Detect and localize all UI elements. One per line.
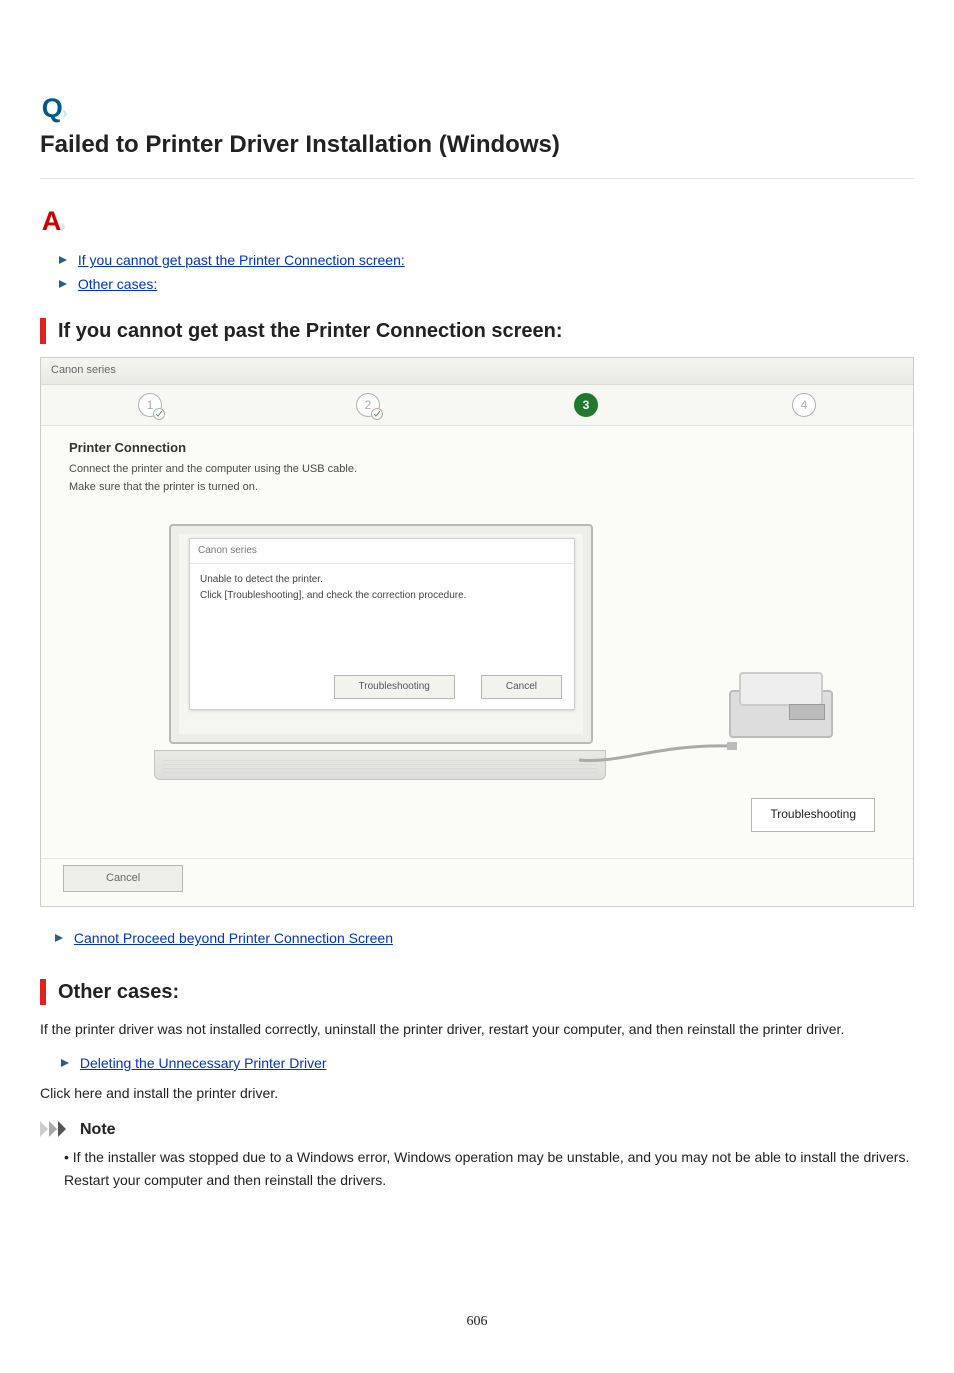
error-dialog-line-2: Click [Troubleshooting], and check the c… xyxy=(200,588,564,604)
note-label: Note xyxy=(80,1117,116,1143)
section-2-heading-row: Other cases: xyxy=(40,976,914,1008)
section-1-link[interactable]: Cannot Proceed beyond Printer Connection… xyxy=(74,930,393,946)
section-2-paragraph: If the printer driver was not installed … xyxy=(40,1018,914,1040)
chevrons-icon xyxy=(40,1121,76,1137)
separator xyxy=(40,178,914,179)
a-icon: A › xyxy=(40,203,76,239)
top-link-2[interactable]: Other cases: xyxy=(78,276,157,292)
wizard-body-sub-2: Make sure that the printer is turned on. xyxy=(69,479,893,497)
wizard-body-heading: Printer Connection xyxy=(69,438,893,459)
wizard-body: Printer Connection Connect the printer a… xyxy=(41,426,913,857)
red-bar-icon xyxy=(40,979,46,1005)
red-bar-icon xyxy=(40,318,46,344)
error-dialog: Canon series Unable to detect the printe… xyxy=(189,538,575,710)
wizard-window-title: Canon series xyxy=(41,358,913,385)
section-2-heading: Other cases: xyxy=(58,976,179,1008)
section-1-link-row: Cannot Proceed beyond Printer Connection… xyxy=(54,927,914,949)
error-dialog-troubleshoot-button[interactable]: Troubleshooting xyxy=(334,675,455,699)
connection-figure: Canon series Unable to detect the printe… xyxy=(169,512,869,772)
wizard-step-1: 1 xyxy=(138,393,162,417)
page-number: 606 xyxy=(40,1311,914,1333)
section-2-after-text: Click here and install the printer drive… xyxy=(40,1082,914,1104)
wizard-step-2: 2 xyxy=(356,393,380,417)
top-link-list: If you cannot get past the Printer Conne… xyxy=(40,249,914,295)
page-title: Failed to Printer Driver Installation (W… xyxy=(40,126,914,164)
wizard-steps: 1 2 3 4 xyxy=(41,385,913,427)
wizard-screenshot: Canon series 1 2 3 4 Printer Connection … xyxy=(40,357,914,907)
svg-text:›: › xyxy=(62,103,68,123)
arrow-icon xyxy=(54,927,70,949)
usb-cable-graphic xyxy=(579,742,739,764)
svg-text:›: › xyxy=(60,216,66,236)
section-2-link[interactable]: Deleting the Unnecessary Printer Driver xyxy=(80,1055,327,1071)
note-list: If the installer was stopped due to a Wi… xyxy=(40,1146,914,1191)
section-1-heading: If you cannot get past the Printer Conne… xyxy=(58,315,563,347)
error-dialog-title: Canon series xyxy=(190,539,574,564)
printer-graphic xyxy=(729,690,829,750)
list-item: If you cannot get past the Printer Conne… xyxy=(58,249,914,271)
note-bullet: If the installer was stopped due to a Wi… xyxy=(64,1146,914,1191)
laptop-graphic: Canon series Unable to detect the printe… xyxy=(169,524,599,774)
wizard-body-sub-1: Connect the printer and the computer usi… xyxy=(69,461,893,479)
answer-icon-row: A › xyxy=(40,203,914,239)
error-dialog-line-1: Unable to detect the printer. xyxy=(200,572,564,588)
wizard-step-4: 4 xyxy=(792,393,816,417)
list-item: Other cases: xyxy=(58,273,914,295)
arrow-icon xyxy=(58,273,74,295)
wizard-cancel-button[interactable]: Cancel xyxy=(63,865,183,893)
question-icon-row: Q › xyxy=(40,90,914,126)
wizard-troubleshoot-button[interactable]: Troubleshooting xyxy=(751,798,875,831)
arrow-icon xyxy=(60,1052,76,1074)
section-2-link-row: Deleting the Unnecessary Printer Driver xyxy=(60,1052,914,1074)
wizard-step-3-active: 3 xyxy=(574,393,598,417)
arrow-icon xyxy=(58,249,74,271)
section-1-heading-row: If you cannot get past the Printer Conne… xyxy=(40,315,914,347)
svg-text:A: A xyxy=(42,206,62,236)
svg-text:Q: Q xyxy=(42,93,63,123)
note-header: Note xyxy=(40,1117,914,1143)
top-link-1[interactable]: If you cannot get past the Printer Conne… xyxy=(78,252,405,268)
q-icon: Q › xyxy=(40,90,76,126)
error-dialog-cancel-button[interactable]: Cancel xyxy=(481,675,562,699)
